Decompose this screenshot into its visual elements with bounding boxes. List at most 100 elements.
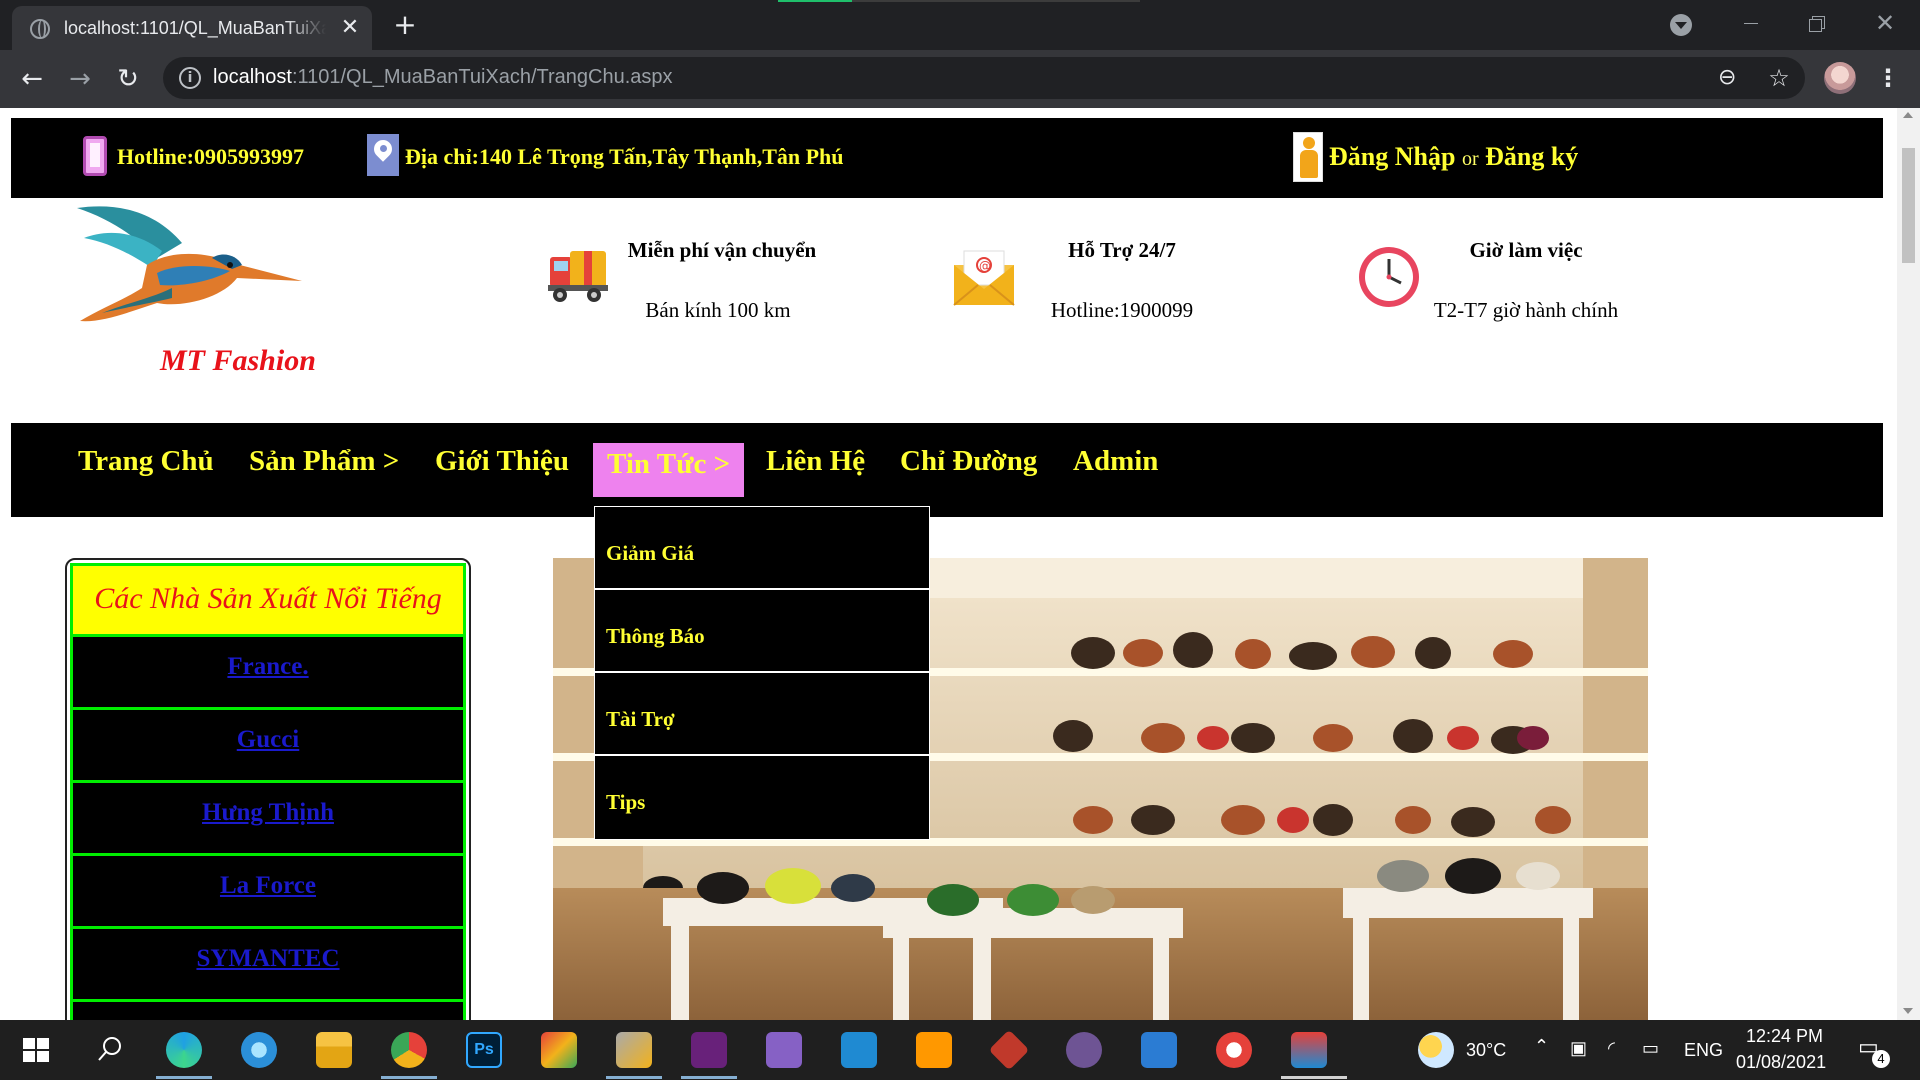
url-path: :1101/QL_MuaBanTuiXach/TrangChu.aspx bbox=[291, 66, 673, 88]
feature-text-shipping: Bán kính 100 km bbox=[645, 298, 791, 322]
nav-gioi-thieu[interactable]: Giới Thiệu bbox=[435, 445, 569, 478]
manufacturer-link-france[interactable]: France. bbox=[227, 653, 308, 680]
manufacturer-item: France. bbox=[70, 637, 466, 710]
nav-admin[interactable]: Admin bbox=[1073, 445, 1158, 478]
vscode-icon[interactable] bbox=[841, 1032, 877, 1068]
nav-lien-he[interactable]: Liên Hệ bbox=[766, 445, 865, 478]
svg-text:@: @ bbox=[979, 259, 991, 273]
sidebar-title: Các Nhà Sản Xuất Nổi Tiếng bbox=[70, 563, 466, 637]
file-explorer-icon[interactable] bbox=[316, 1032, 352, 1068]
tools-icon[interactable] bbox=[616, 1032, 652, 1068]
chrome-icon[interactable] bbox=[391, 1032, 427, 1068]
running-indicator bbox=[681, 1076, 737, 1079]
nav-chi-duong[interactable]: Chỉ Đường bbox=[900, 445, 1037, 478]
scroll-up-arrow-icon[interactable] bbox=[1903, 112, 1913, 118]
nav-trang-chu[interactable]: Trang Chủ bbox=[78, 445, 214, 478]
address-text: Địa chỉ:140 Lê Trọng Tấn,Tây Thạnh,Tân P… bbox=[405, 144, 844, 169]
location-pin-icon bbox=[367, 134, 399, 176]
top-info-bar: Hotline:0905993997 Địa chỉ:140 Lê Trọng … bbox=[11, 118, 1883, 198]
globe-icon bbox=[30, 19, 50, 39]
login-link[interactable]: Đăng Nhập or Đăng ký bbox=[1329, 142, 1578, 172]
page-viewport: Hotline:0905993997 Địa chỉ:140 Lê Trọng … bbox=[0, 108, 1920, 1020]
tray-chevron-icon[interactable]: ⌃ bbox=[1534, 1036, 1549, 1057]
new-tab-button[interactable]: + bbox=[390, 10, 420, 40]
browser-menu-icon[interactable]: ⋮ bbox=[1876, 61, 1900, 95]
feature-title-hours: Giờ làm việc bbox=[1469, 238, 1583, 262]
word-icon[interactable] bbox=[1141, 1032, 1177, 1068]
weather-icon[interactable] bbox=[1418, 1032, 1454, 1068]
phone-icon bbox=[83, 136, 107, 176]
tray-app-icon[interactable]: ▣ bbox=[1570, 1038, 1587, 1059]
dropdown-item-giam-gia[interactable]: Giảm Giá bbox=[595, 507, 929, 590]
dropdown-item-tips[interactable]: Tips bbox=[595, 756, 929, 839]
page-scrollbar[interactable] bbox=[1897, 108, 1920, 1020]
github-icon[interactable] bbox=[1066, 1032, 1102, 1068]
visual-studio-icon[interactable] bbox=[691, 1032, 727, 1068]
bookmark-star-icon[interactable]: ☆ bbox=[1765, 64, 1793, 92]
nav-san-pham[interactable]: Sản Phẩm > bbox=[249, 445, 399, 478]
or-text: or bbox=[1461, 148, 1479, 170]
url-text[interactable]: localhost:1101/QL_MuaBanTuiXach/TrangChu… bbox=[213, 66, 673, 89]
battery-icon[interactable]: ▭ bbox=[1642, 1038, 1659, 1059]
manufacturer-link-symantec[interactable]: SYMANTEC bbox=[196, 945, 339, 972]
reload-button[interactable]: ↻ bbox=[112, 63, 144, 95]
language-indicator[interactable]: ENG bbox=[1684, 1040, 1723, 1061]
feature-title-shipping: Miễn phí vận chuyển bbox=[627, 238, 817, 262]
manufacturer-item: SYMANTEC bbox=[70, 929, 466, 1002]
browser-tab[interactable]: localhost:1101/QL_MuaBanTuiXach/TrangChu… bbox=[12, 6, 372, 50]
scroll-down-arrow-icon[interactable] bbox=[1903, 1008, 1913, 1014]
close-tab-icon[interactable]: ✕ bbox=[338, 16, 362, 40]
user-icon bbox=[1293, 132, 1323, 182]
news-dropdown-menu: Giảm Giá Thông Báo Tài Trợ Tips bbox=[594, 506, 930, 840]
edge-icon[interactable] bbox=[166, 1032, 202, 1068]
main-nav: Trang Chủ Sản Phẩm > Giới Thiệu Tin Tức … bbox=[11, 423, 1883, 517]
git-icon[interactable] bbox=[988, 1029, 1030, 1071]
messenger-icon[interactable] bbox=[241, 1032, 277, 1068]
minimize-button[interactable] bbox=[1736, 12, 1766, 36]
manufacturer-link-gucci[interactable]: Gucci bbox=[237, 726, 300, 753]
manufacturer-link-la-force[interactable]: La Force bbox=[220, 872, 316, 899]
manufacturer-sidebar: Các Nhà Sản Xuất Nổi Tiếng France. Gucci… bbox=[65, 558, 471, 1020]
feature-text-support: Hotline:1900099 bbox=[1050, 298, 1194, 322]
browser-app-icon[interactable] bbox=[1291, 1032, 1327, 1068]
weather-temp[interactable]: 30°C bbox=[1466, 1040, 1506, 1061]
sublime-text-icon[interactable] bbox=[916, 1032, 952, 1068]
wifi-icon[interactable]: ◜ bbox=[1608, 1038, 1615, 1059]
manufacturer-item: Hưng Thịnh bbox=[70, 783, 466, 856]
tab-search-icon[interactable] bbox=[1670, 14, 1692, 36]
clock-time[interactable]: 12:24 PM bbox=[1746, 1026, 1823, 1047]
manufacturer-link-hung-thinh[interactable]: Hưng Thịnh bbox=[202, 799, 334, 826]
forward-button[interactable]: → bbox=[64, 63, 96, 95]
register-link[interactable]: Đăng ký bbox=[1485, 142, 1578, 171]
dropdown-item-tai-tro[interactable]: Tài Trợ bbox=[595, 673, 929, 756]
back-button[interactable]: ← bbox=[16, 63, 48, 95]
profile-avatar[interactable] bbox=[1824, 62, 1856, 94]
search-icon[interactable] bbox=[92, 1032, 128, 1068]
nav-tin-tuc[interactable]: Tin Tức > bbox=[593, 443, 745, 497]
manufacturer-item bbox=[70, 1002, 466, 1020]
site-info-icon[interactable]: i bbox=[179, 67, 201, 89]
url-host: localhost bbox=[213, 66, 292, 88]
notification-count: 4 bbox=[1872, 1050, 1890, 1068]
running-indicator bbox=[156, 1076, 212, 1079]
photoshop-icon[interactable]: Ps bbox=[466, 1032, 502, 1068]
address-bar[interactable]: i localhost:1101/QL_MuaBanTuiXach/TrangC… bbox=[163, 57, 1805, 99]
dropdown-item-thong-bao[interactable]: Thông Báo bbox=[595, 590, 929, 673]
windows-start-icon[interactable] bbox=[18, 1032, 54, 1068]
hotline-text: Hotline:0905993997 bbox=[117, 144, 304, 169]
running-indicator bbox=[606, 1076, 662, 1079]
paint-icon[interactable] bbox=[541, 1032, 577, 1068]
visual-studio-2-icon[interactable] bbox=[766, 1032, 802, 1068]
scroll-thumb[interactable] bbox=[1902, 148, 1915, 263]
browser-tab-bar: localhost:1101/QL_MuaBanTuiXach/TrangChu… bbox=[0, 0, 1920, 50]
restore-button[interactable] bbox=[1802, 12, 1832, 36]
tab-title: localhost:1101/QL_MuaBanTuiXach/TrangChu… bbox=[64, 18, 326, 40]
running-indicator bbox=[381, 1076, 437, 1079]
login-label[interactable]: Đăng Nhập bbox=[1329, 142, 1455, 171]
kingfisher-logo[interactable] bbox=[72, 203, 312, 328]
window-close-button[interactable]: ✕ bbox=[1868, 8, 1902, 38]
browser-toolbar: ← → ↻ i localhost:1101/QL_MuaBanTuiXach/… bbox=[0, 50, 1920, 108]
clock-date[interactable]: 01/08/2021 bbox=[1736, 1052, 1826, 1073]
app-icon[interactable] bbox=[1216, 1032, 1252, 1068]
zoom-icon[interactable]: ⊖ bbox=[1718, 66, 1742, 90]
